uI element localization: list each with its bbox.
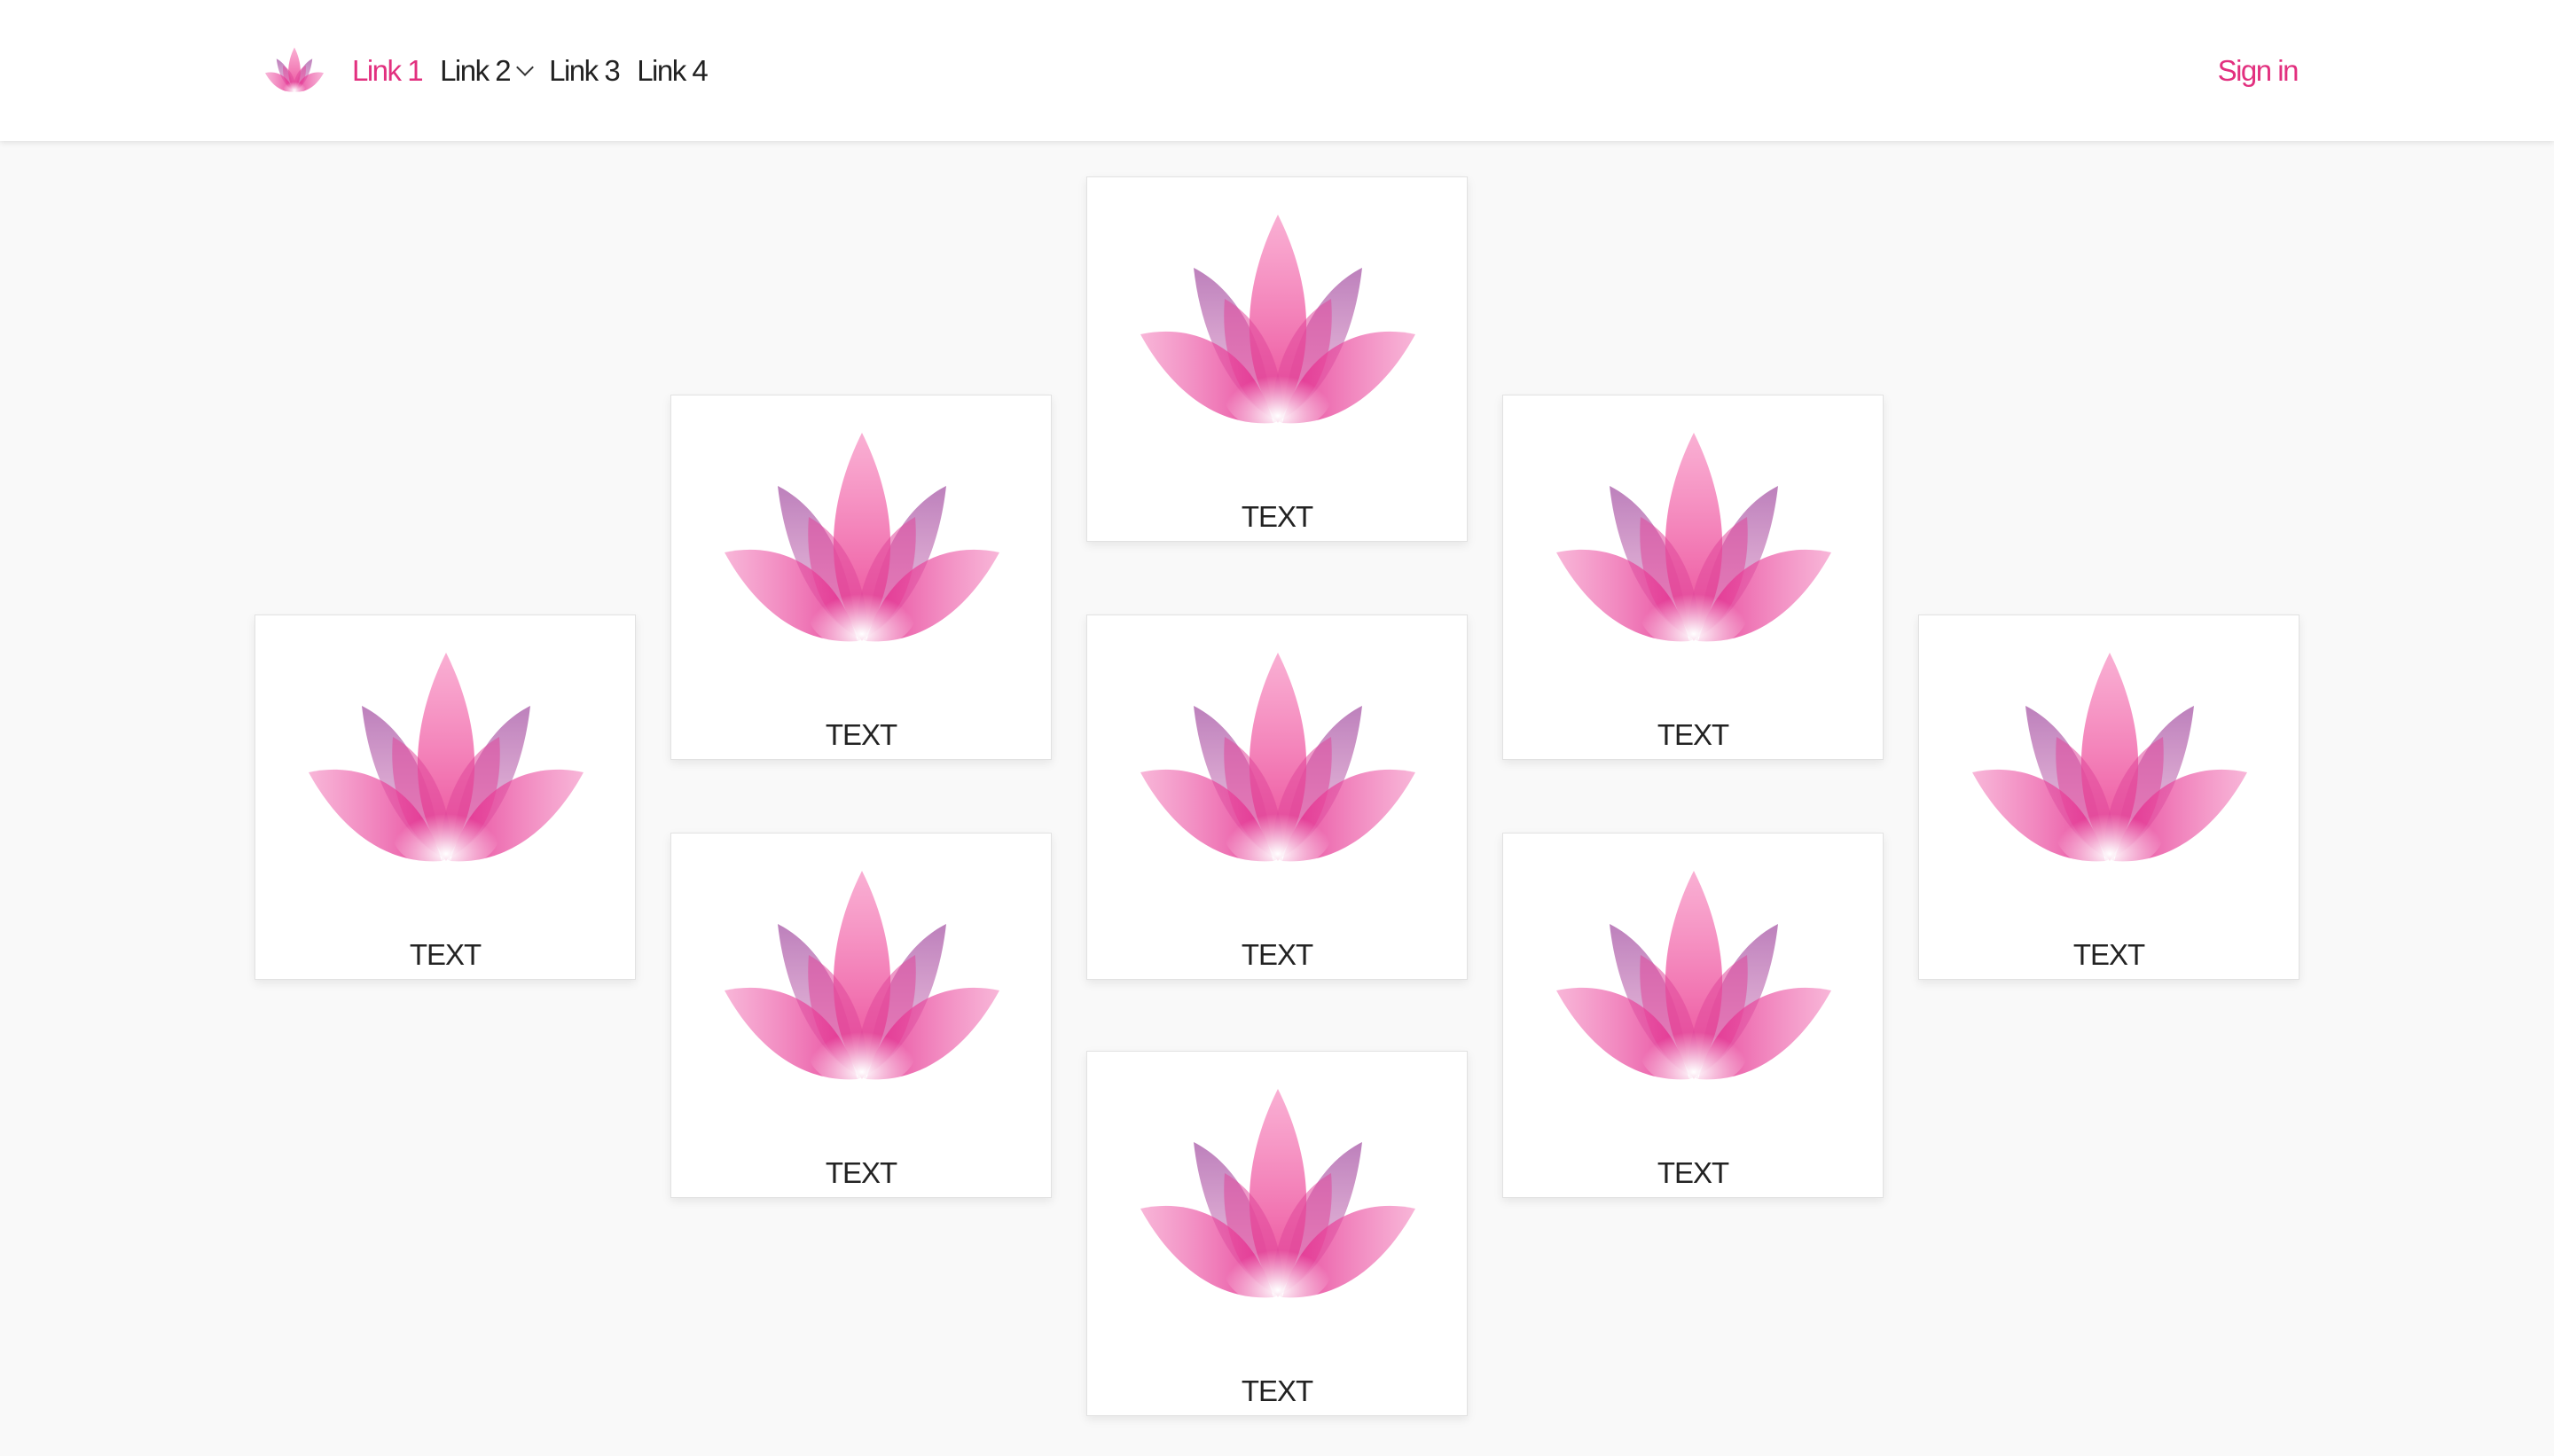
chevron-down-icon — [516, 59, 535, 76]
tile[interactable]: TEXT — [1086, 614, 1468, 980]
tile-label: TEXT — [409, 938, 482, 971]
lotus-icon — [725, 433, 999, 646]
lotus-icon[interactable] — [265, 44, 324, 96]
lotus-icon — [1140, 1089, 1415, 1302]
nav-link-1[interactable]: Link 1 — [352, 54, 424, 88]
tile[interactable]: TEXT — [670, 395, 1052, 760]
lotus-icon — [309, 653, 584, 865]
tile-label: TEXT — [1657, 1156, 1729, 1189]
tile-label: TEXT — [1241, 1374, 1313, 1407]
lotus-icon — [1972, 653, 2247, 865]
tile-label: TEXT — [1657, 718, 1729, 751]
tile[interactable]: TEXT — [1086, 176, 1468, 542]
lotus-icon — [1140, 215, 1415, 427]
tile[interactable]: TEXT — [1502, 395, 1884, 760]
lotus-icon — [1140, 653, 1415, 865]
tile[interactable]: TEXT — [255, 614, 636, 980]
tile-label: TEXT — [1241, 938, 1313, 971]
nav-link-3[interactable]: Link 3 — [549, 54, 621, 88]
nav-link-label: Link 3 — [549, 54, 621, 87]
lotus-icon — [725, 871, 999, 1084]
tile[interactable]: TEXT — [670, 833, 1052, 1198]
lotus-icon — [1556, 871, 1831, 1084]
nav-links: Link 1 Link 2 Link 3 Link 4 — [352, 50, 725, 92]
lotus-icon — [1556, 433, 1831, 646]
nav-link-label: Link 4 — [637, 54, 709, 87]
nav-link-2-dropdown[interactable]: Link 2 — [440, 54, 535, 88]
nav-link-label: Link 2 — [440, 54, 512, 87]
nav-link-4[interactable]: Link 4 — [637, 54, 709, 88]
tile[interactable]: TEXT — [1086, 1051, 1468, 1416]
tile[interactable]: TEXT — [1502, 833, 1884, 1198]
tile-label: TEXT — [825, 718, 897, 751]
nav-link-label: Link 1 — [352, 54, 424, 87]
tile-label: TEXT — [2072, 938, 2145, 971]
tile-label: TEXT — [825, 1156, 897, 1189]
top-navbar: Link 1 Link 2 Link 3 Link 4 Sign in — [0, 0, 2554, 141]
tile-label: TEXT — [1241, 500, 1313, 533]
tile[interactable]: TEXT — [1918, 614, 2299, 980]
sign-in-link[interactable]: Sign in — [2218, 50, 2299, 92]
